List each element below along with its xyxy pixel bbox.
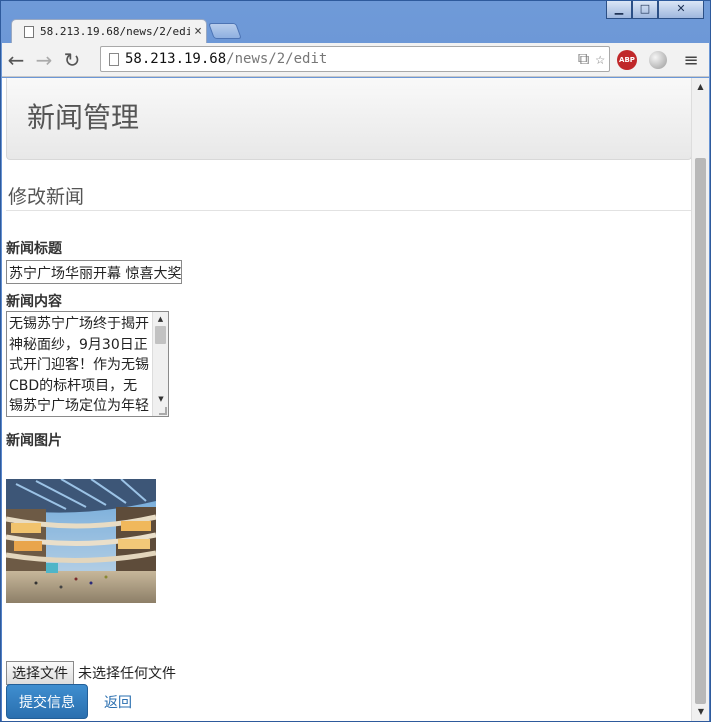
- star-icon[interactable]: ☆: [595, 49, 605, 69]
- content-label: 新闻内容: [6, 294, 62, 310]
- content-text: 无锡苏宁广场终于揭开神秘面纱，9月30日正式开门迎客！作为无锡CBD的标杆项目，…: [9, 316, 149, 414]
- site-header: 新闻管理: [6, 78, 691, 160]
- scroll-up-icon[interactable]: ▲: [153, 312, 168, 326]
- page-icon: [24, 25, 34, 38]
- adblock-icon[interactable]: ABP: [616, 49, 638, 71]
- menu-icon[interactable]: ≡: [680, 49, 702, 71]
- forward-arrow-icon[interactable]: →: [30, 46, 58, 74]
- tab-strip: 58.213.19.68/news/2/edit ×: [1, 17, 710, 43]
- browser-toolbar: ← → ↻ 58.213.19.68/news/2/edit ⧉ ☆ ABP ≡: [2, 43, 709, 77]
- textarea-scrollbar[interactable]: ▲ ▼: [152, 312, 168, 416]
- submit-button[interactable]: 提交信息: [6, 684, 88, 719]
- browser-tab[interactable]: 58.213.19.68/news/2/edit ×: [11, 19, 207, 43]
- tab-close-icon[interactable]: ×: [190, 24, 206, 39]
- scroll-thumb[interactable]: [695, 158, 706, 704]
- divider: [6, 210, 691, 211]
- mall-atrium-image: [6, 479, 156, 603]
- url-path: /news/2/edit: [226, 51, 328, 67]
- title-label: 新闻标题: [6, 241, 62, 257]
- page-title: 修改新闻: [8, 186, 85, 208]
- image-label: 新闻图片: [6, 433, 62, 449]
- new-tab-button[interactable]: [208, 23, 242, 39]
- back-link[interactable]: 返回: [104, 692, 132, 712]
- title-input[interactable]: 苏宁广场华丽开幕 惊喜大奖: [6, 260, 182, 284]
- back-arrow-icon[interactable]: ←: [2, 46, 30, 74]
- file-upload-row: 选择文件 未选择任何文件: [6, 661, 176, 685]
- url-host: 58.213.19.68: [125, 51, 227, 67]
- page-viewport: 新闻管理 修改新闻 新闻标题 苏宁广场华丽开幕 惊喜大奖 新闻内容 无锡苏宁广场…: [2, 78, 691, 721]
- file-status: 未选择任何文件: [78, 666, 176, 682]
- content-textarea[interactable]: 无锡苏宁广场终于揭开神秘面纱，9月30日正式开门迎客！作为无锡CBD的标杆项目，…: [6, 311, 169, 417]
- resize-grip-icon[interactable]: [159, 407, 167, 415]
- globe-icon[interactable]: [647, 49, 669, 71]
- reload-icon[interactable]: ↻: [58, 46, 86, 74]
- site-brand[interactable]: 新闻管理: [27, 96, 139, 136]
- tab-title: 58.213.19.68/news/2/edit: [40, 25, 190, 38]
- scroll-thumb[interactable]: [155, 326, 166, 344]
- scroll-down-icon[interactable]: ▼: [692, 703, 710, 721]
- news-image: [6, 479, 156, 603]
- page-scrollbar[interactable]: ▲ ▼: [691, 78, 709, 721]
- choose-file-button[interactable]: 选择文件: [6, 661, 74, 685]
- address-bar[interactable]: 58.213.19.68/news/2/edit ⧉ ☆: [100, 46, 610, 72]
- browser-window: ▁ □ ✕ 58.213.19.68/news/2/edit × ← → ↻ 5…: [0, 0, 711, 722]
- scroll-down-icon[interactable]: ▼: [153, 392, 168, 406]
- scroll-up-icon[interactable]: ▲: [692, 78, 709, 96]
- page-icon: [109, 52, 119, 66]
- translate-icon[interactable]: ⧉: [578, 49, 589, 69]
